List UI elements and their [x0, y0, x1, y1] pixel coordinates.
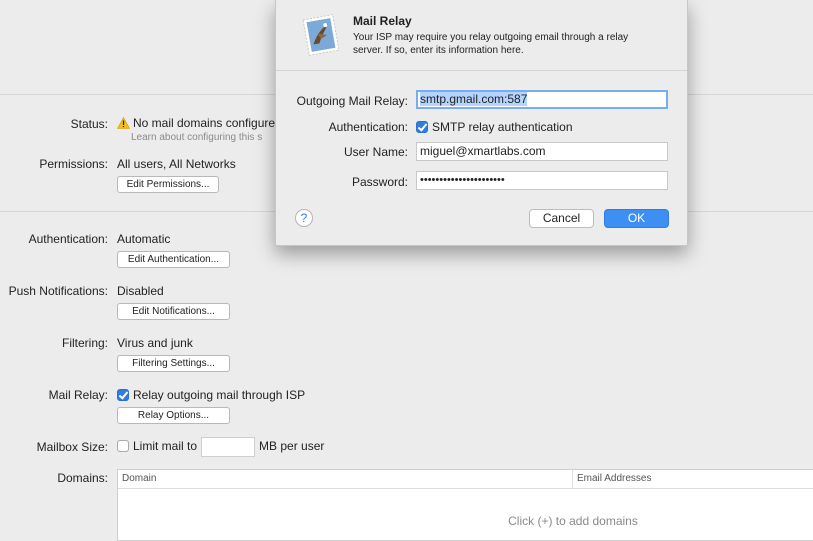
permissions-label: Permissions:: [39, 157, 108, 171]
status-help-link[interactable]: Learn about configuring this s: [131, 132, 262, 143]
status-label: Status:: [70, 117, 108, 131]
outgoing-relay-field[interactable]: smtp.gmail.com:587: [416, 90, 668, 109]
user-name-label: User Name:: [343, 145, 408, 159]
domains-table[interactable]: Domain Email Addresses Click (+) to add …: [117, 469, 813, 541]
domains-table-header: Domain Email Addresses: [118, 470, 813, 489]
mailbox-size-label: Mailbox Size:: [36, 440, 108, 454]
user-name-field[interactable]: miguel@xmartlabs.com: [416, 142, 668, 161]
filtering-label: Filtering:: [61, 336, 108, 350]
limit-mail-checkbox[interactable]: [117, 440, 129, 452]
mail-stamp-icon: [302, 14, 340, 56]
smtp-auth-checkbox-row[interactable]: SMTP relay authentication: [416, 120, 573, 134]
domains-label: Domains:: [57, 471, 108, 485]
relay-checkbox[interactable]: [117, 389, 129, 401]
ok-button[interactable]: OK: [604, 209, 669, 228]
edit-notifications-button[interactable]: Edit Notifications...: [117, 303, 230, 320]
password-label: Password:: [351, 175, 408, 189]
authentication-label: Authentication:: [328, 120, 408, 134]
column-domain[interactable]: Domain: [122, 473, 156, 484]
edit-permissions-button[interactable]: Edit Permissions...: [117, 176, 219, 193]
password-field[interactable]: ••••••••••••••••••••••: [416, 171, 668, 190]
warning-icon: [117, 117, 130, 129]
mailbox-size-unit: MB per user: [259, 439, 325, 453]
permissions-value: All users, All Networks: [117, 157, 236, 171]
sheet-title: Mail Relay: [353, 14, 412, 28]
authentication-label: Authentication:: [28, 232, 108, 246]
relay-checkbox-row[interactable]: Relay outgoing mail through ISP: [117, 388, 305, 402]
sheet-description: Your ISP may require you relay outgoing …: [353, 32, 629, 56]
limit-mail-label: Limit mail to: [133, 439, 198, 453]
smtp-auth-checkbox[interactable]: [416, 121, 428, 133]
outgoing-relay-label: Outgoing Mail Relay:: [296, 94, 408, 108]
mailbox-limit-row: Limit mail to MB per user: [117, 436, 324, 457]
column-email-addresses[interactable]: Email Addresses: [577, 473, 651, 484]
status-value: No mail domains configure: [117, 116, 275, 130]
help-button[interactable]: ?: [295, 209, 313, 227]
sheet-header: Mail Relay Your ISP may require you rela…: [276, 0, 687, 71]
mailbox-size-input[interactable]: [201, 436, 256, 457]
smtp-auth-label: SMTP relay authentication: [432, 120, 573, 134]
edit-authentication-button[interactable]: Edit Authentication...: [117, 251, 230, 268]
relay-options-button[interactable]: Relay Options...: [117, 407, 230, 424]
status-text: No mail domains configure: [133, 116, 276, 130]
filtering-value: Virus and junk: [117, 336, 193, 350]
column-divider: [572, 470, 573, 488]
authentication-value: Automatic: [117, 232, 171, 246]
outgoing-relay-value: smtp.gmail.com:587: [420, 92, 528, 106]
mail-relay-sheet: Mail Relay Your ISP may require you rela…: [275, 0, 688, 246]
push-notifications-label: Push Notifications:: [8, 284, 108, 298]
push-notifications-value: Disabled: [117, 284, 164, 298]
mail-relay-label: Mail Relay:: [48, 388, 108, 402]
relay-checkbox-label: Relay outgoing mail through ISP: [133, 388, 306, 402]
cancel-button[interactable]: Cancel: [529, 209, 594, 228]
filtering-settings-button[interactable]: Filtering Settings...: [117, 355, 230, 372]
add-domains-hint: Click (+) to add domains: [508, 514, 638, 528]
